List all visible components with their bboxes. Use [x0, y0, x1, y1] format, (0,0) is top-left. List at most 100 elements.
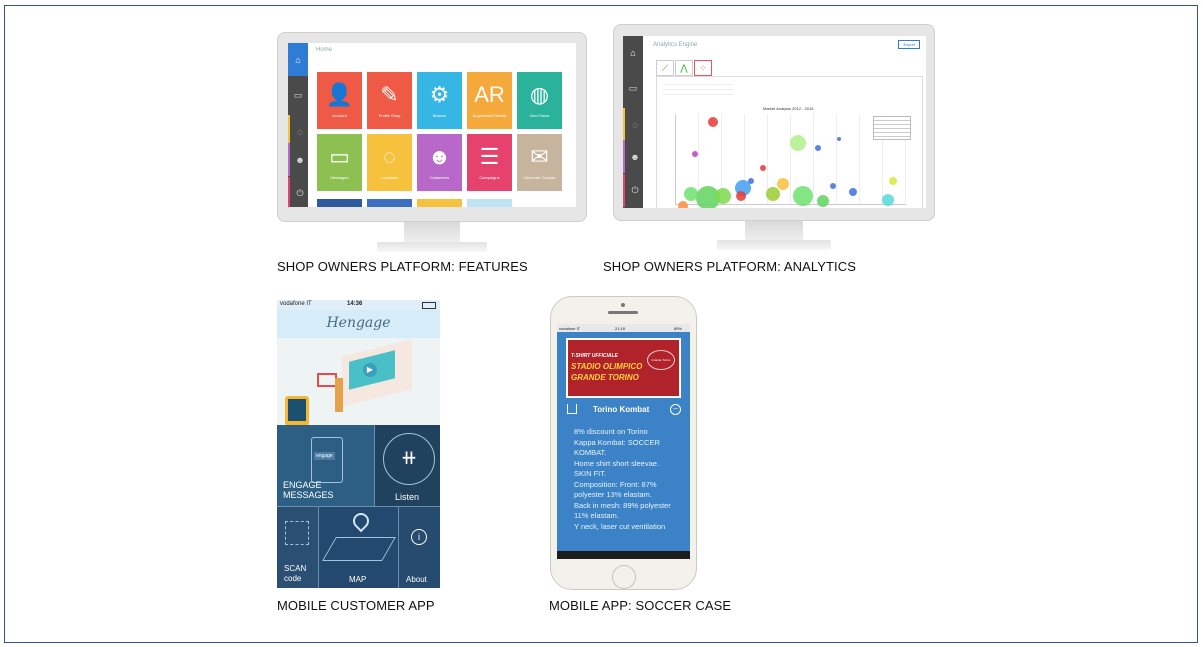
map-pin-icon — [349, 509, 373, 533]
breadcrumb: Home — [316, 47, 333, 53]
description-line: KOMBAT. — [574, 448, 607, 457]
nav-messages-icon[interactable]: ▭ — [288, 79, 308, 112]
tile-account[interactable]: 👤 Account — [317, 72, 362, 129]
collapse-icon[interactable]: – — [670, 404, 681, 415]
tile-label: Profile Shop — [378, 113, 401, 118]
menu-scan-code[interactable]: SCAN code — [277, 507, 319, 588]
gears-icon: ⚙ — [429, 82, 450, 107]
tile-beacon[interactable]: ⚙ Beacon — [417, 72, 462, 129]
menu-listen[interactable]: ⧺ Listen — [375, 425, 440, 507]
side-nav: ⌂ ▭ ◌ ☻ ⏻ — [288, 43, 308, 207]
menu-about[interactable]: i About — [399, 507, 440, 588]
earpiece — [608, 311, 638, 314]
bubble-mark — [692, 151, 698, 157]
tab-bar — [557, 551, 690, 559]
nav-home-icon[interactable]: ⌂ — [288, 43, 308, 76]
share-icon[interactable] — [567, 404, 577, 414]
bubble-mark — [837, 137, 841, 141]
customer-app-screen: vodafone IT 14:36 Hengage ▶ engage ENGAG… — [277, 300, 440, 588]
tile-label: Locations — [380, 175, 399, 180]
tile-generate-coupon[interactable]: ✉ Generate Coupon — [517, 134, 562, 191]
bubble-mark — [748, 178, 754, 184]
tile-label: Campaigns — [479, 175, 500, 180]
user-icon: 👤 — [325, 82, 354, 107]
info-icon: i — [411, 529, 427, 545]
listen-icon: ⧺ — [383, 433, 435, 485]
phone-illustration — [285, 396, 309, 425]
caption-soccer-case: MOBILE APP: SOCCER CASE — [549, 598, 732, 613]
caption-customer-app: MOBILE CUSTOMER APP — [277, 598, 435, 613]
tile-label: Augmented Reality — [472, 113, 507, 118]
status-bar: vodafone IT 14:36 — [277, 300, 440, 310]
tile-campaigns[interactable]: ☰ Campaigns — [467, 134, 512, 191]
battery-icon — [422, 302, 436, 309]
description-line: Y neck, laser cut ventilation — [574, 521, 666, 531]
bubble-mark — [849, 188, 857, 196]
app-logo: Hengage — [326, 315, 391, 331]
product-title: Torino Kombat — [593, 405, 650, 414]
description-line: Composition: Front: 87% — [574, 479, 657, 489]
hero-illustration: ▶ — [277, 338, 440, 425]
people-icon: ☻ — [427, 144, 452, 169]
front-camera — [621, 303, 625, 307]
description-line: 8% discount on Torino — [574, 427, 648, 436]
features-monitor: ⌂ ▭ ◌ ☻ ⏻ Home 👤 Account ✎ Profile Shop ⚙ Bea… — [277, 32, 587, 254]
shop-icon: ✎ — [380, 82, 399, 107]
nav-power-icon[interactable]: ⏻ — [288, 177, 310, 207]
coupon-icon: ✉ — [530, 144, 549, 169]
clock-label: 14:36 — [347, 301, 363, 307]
ar-icon: AR — [474, 82, 505, 107]
bubble-mark — [790, 135, 806, 151]
app-header: Hengage — [277, 310, 440, 338]
soccer-app-screen: vodafone IT 21:18 89% T-SHIRT UFFICIALE … — [557, 324, 690, 559]
tile-customers[interactable]: ☻ Customers — [417, 134, 462, 191]
tile-label: Geo-Fence — [529, 113, 550, 118]
bubble-mark — [684, 187, 698, 201]
bubble-mark — [777, 178, 789, 190]
description-line: polyester 13% elastam. — [574, 490, 652, 499]
tile-locations[interactable]: ◌ Locations — [367, 134, 412, 191]
bubble-mark — [815, 145, 821, 151]
bubble-scatter — [678, 117, 897, 208]
tile-geo-fence[interactable]: ◍ Geo-Fence — [517, 72, 562, 129]
list-icon: ☰ — [479, 144, 500, 169]
status-bar: vodafone IT 21:18 89% — [557, 324, 690, 332]
tile-label: Generate Coupon — [523, 175, 556, 180]
engage-phone-icon: engage — [311, 437, 343, 483]
bubble-mark — [882, 194, 894, 206]
caption-analytics: SHOP OWNERS PLATFORM: ANALYTICS — [603, 259, 857, 274]
tile-augmented-reality[interactable]: AR Augmented Reality — [467, 72, 512, 129]
product-description: 8% discount on Torino Kappa Kombat: SOCCE… — [574, 427, 686, 532]
menu-map[interactable]: MAP — [319, 507, 399, 588]
globe-icon: ◍ — [529, 82, 550, 107]
chat-icon: ▭ — [329, 144, 350, 169]
features-screen: ⌂ ▭ ◌ ☻ ⏻ Home 👤 Account ✎ Profile Shop ⚙ Bea… — [288, 43, 576, 207]
tile-label: Beacon — [432, 113, 447, 118]
bubble-mark — [889, 177, 897, 185]
bubble-mark — [678, 201, 688, 208]
qr-code-icon — [285, 521, 309, 545]
description-line: Home shirt short sleevae. — [574, 458, 660, 468]
soccer-app-phone: vodafone IT 21:18 89% T-SHIRT UFFICIALE … — [550, 296, 697, 590]
home-button[interactable] — [612, 565, 636, 589]
play-icon[interactable]: ▶ — [363, 363, 377, 377]
tile-messages[interactable]: ▭ Messages — [317, 134, 362, 191]
map-pin-icon: ◌ — [382, 144, 397, 169]
bubble-mark — [766, 187, 780, 201]
carrier-label: vodafone IT — [280, 301, 312, 307]
analytics-screen: ⌂ ▭ ◌ ☻ ⏻ Analytics Engine Export ⟋ ⋀ ⁘ … — [623, 36, 926, 208]
description-line: 11% elastam. — [574, 511, 619, 520]
description-line: Kappa Kombat: SOCCER — [574, 437, 660, 447]
analytics-monitor: ⌂ ▭ ◌ ☻ ⏻ Analytics Engine Export ⟋ ⋀ ⁘ … — [613, 24, 935, 254]
tile-label: Customers — [429, 175, 450, 180]
menu-engage-messages[interactable]: engage ENGAGE MESSAGES — [277, 425, 375, 507]
tile-label: Account — [332, 113, 347, 118]
product-banner[interactable]: T-SHIRT UFFICIALE STADIO OLIMPICO GRANDE… — [566, 338, 681, 398]
bubble-mark — [715, 188, 731, 204]
tile-profile-shop[interactable]: ✎ Profile Shop — [367, 72, 412, 129]
description-line: Back in mesh: 89% polyester — [574, 500, 671, 510]
bubble-mark — [736, 191, 746, 201]
tile-label: Messages — [330, 175, 349, 180]
nav-users-icon[interactable]: ☻ — [288, 143, 310, 176]
grande-torino-logo: Grande Torino — [647, 350, 675, 370]
